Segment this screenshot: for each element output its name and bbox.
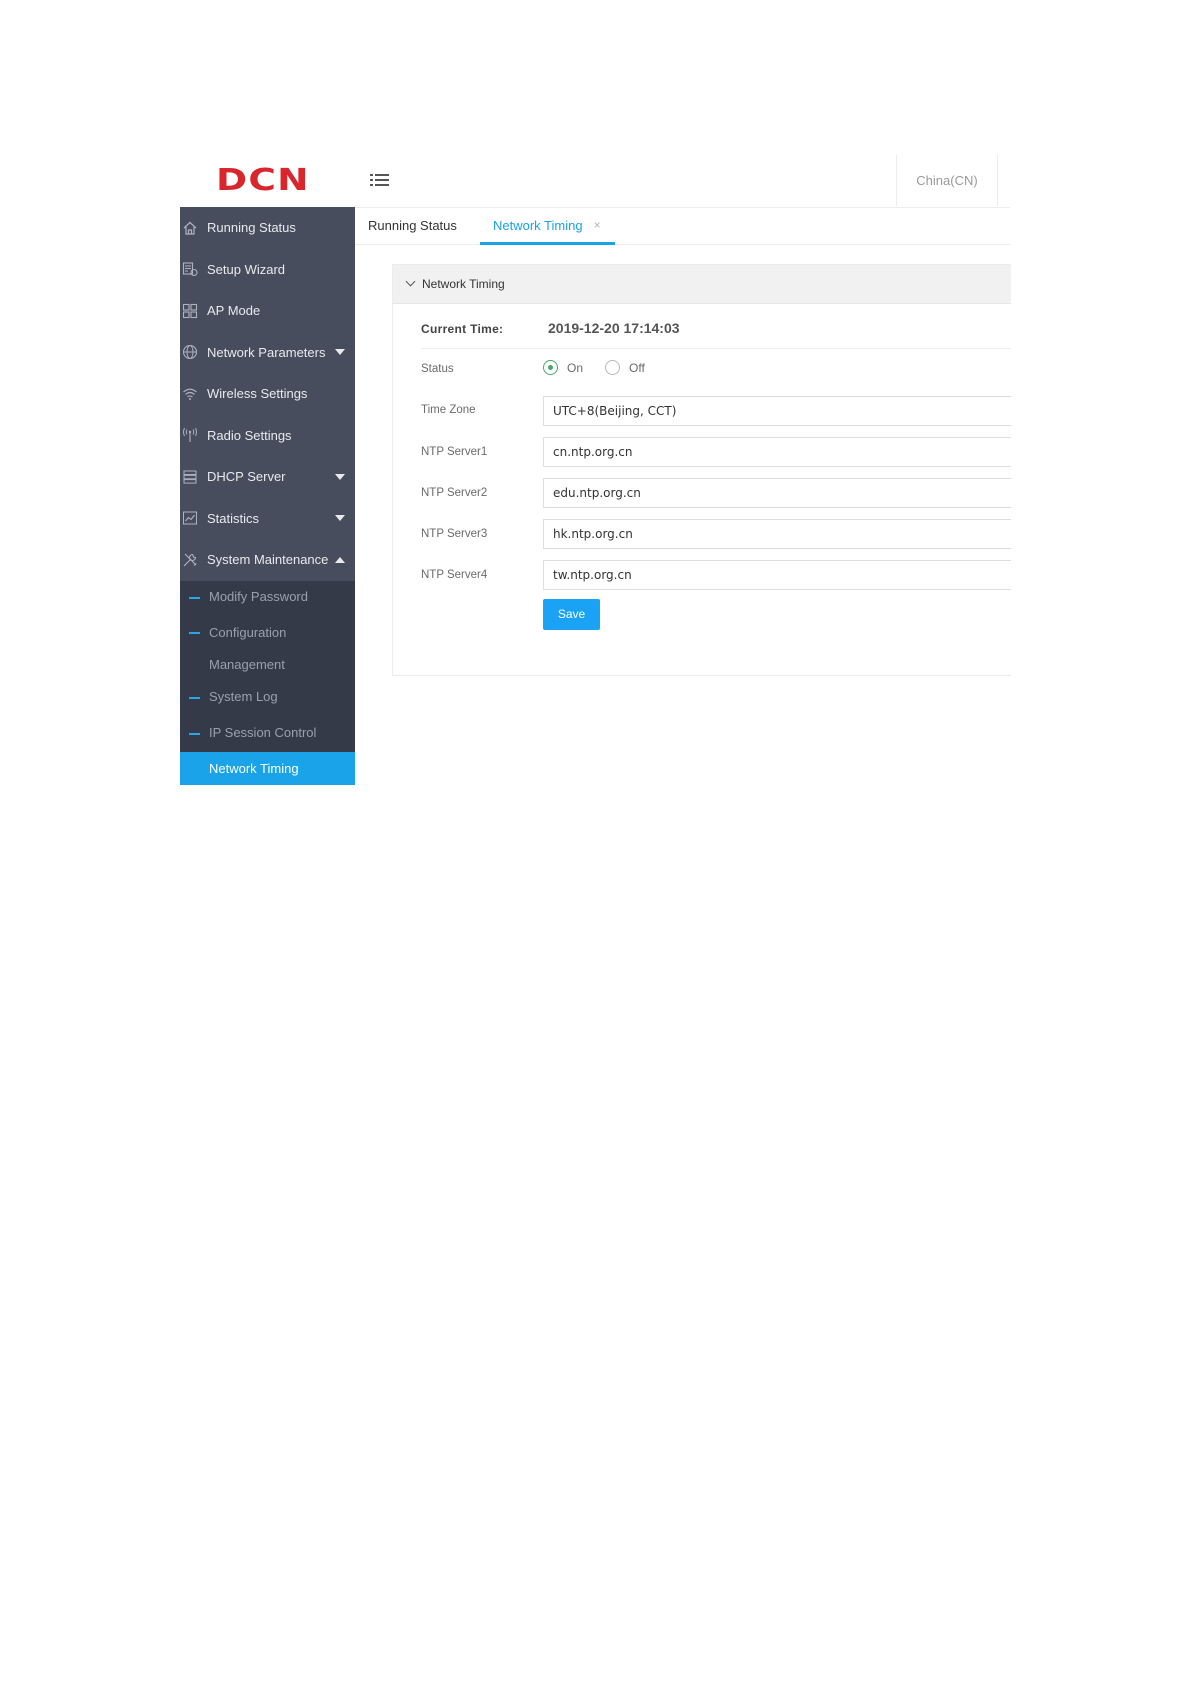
system-maintenance-submenu: Modify Password Configuration Management…: [180, 580, 355, 785]
dash-icon: [189, 732, 200, 735]
status-off-radio[interactable]: Off: [605, 360, 645, 375]
tab-bar: Running Status Network Timing ×: [355, 207, 1010, 245]
panel-header[interactable]: Network Timing: [393, 265, 1011, 304]
chevron-down-icon: [405, 276, 416, 287]
sidebar-item-label: Network Parameters: [207, 344, 326, 360]
ntp-server4-input[interactable]: tw.ntp.org.cn: [543, 560, 1011, 590]
tools-icon: [181, 551, 199, 569]
chevron-down-icon: [335, 473, 345, 480]
submenu-item-system-log[interactable]: System Log: [180, 681, 355, 716]
time-zone-label: Time Zone: [421, 404, 476, 416]
tab-network-timing[interactable]: Network Timing ×: [480, 207, 615, 245]
language-selector[interactable]: China(CN): [896, 155, 998, 206]
close-icon[interactable]: ×: [594, 207, 601, 244]
ntp-server2-label: NTP Server2: [421, 487, 488, 499]
submenu-item-modify-password[interactable]: Modify Password: [180, 581, 355, 617]
chevron-down-icon: [335, 515, 345, 522]
submenu-item-network-timing[interactable]: Network Timing: [180, 751, 355, 785]
sidebar-item-label: AP Mode: [207, 303, 261, 319]
sidebar-item-network-parameters[interactable]: Network Parameters: [180, 332, 355, 374]
grid-icon: [181, 302, 199, 320]
chart-icon: [181, 509, 199, 527]
sidebar: Running Status Setup Wizard AP Mode Netw…: [180, 207, 355, 785]
sidebar-item-system-maintenance[interactable]: System Maintenance: [180, 539, 355, 581]
current-time-value: 2019-12-20 17:14:03: [548, 320, 680, 336]
sidebar-item-label: Setup Wizard: [207, 261, 286, 277]
sidebar-item-label: Statistics: [207, 510, 260, 526]
submenu-item-ip-session-control[interactable]: IP Session Control: [180, 716, 355, 752]
submenu-item-label: Configuration: [209, 624, 287, 640]
submenu-item-configuration-management[interactable]: Configuration Management: [180, 617, 355, 681]
ntp-server2-input[interactable]: edu.ntp.org.cn: [543, 478, 1011, 508]
chevron-down-icon: [335, 349, 345, 356]
radio-label: Off: [629, 360, 645, 375]
ntp-server1-input[interactable]: cn.ntp.org.cn: [543, 437, 1011, 467]
time-zone-select[interactable]: UTC+8(Beijing, CCT): [543, 396, 1011, 426]
sidebar-item-label: DHCP Server: [207, 469, 286, 485]
ntp-server3-label: NTP Server3: [421, 528, 488, 540]
sidebar-item-running-status[interactable]: Running Status: [180, 207, 355, 249]
tab-running-status[interactable]: Running Status: [368, 207, 457, 244]
dash-icon: [189, 696, 200, 699]
globe-icon: [181, 343, 199, 361]
sidebar-item-label: Radio Settings: [207, 427, 292, 443]
sidebar-item-dhcp-server[interactable]: DHCP Server: [180, 456, 355, 498]
tab-label: Network Timing: [493, 218, 583, 233]
wizard-icon: [181, 260, 199, 278]
ntp-server3-input[interactable]: hk.ntp.org.cn: [543, 519, 1011, 549]
sidebar-item-radio-settings[interactable]: Radio Settings: [180, 415, 355, 457]
top-header: DCN China(CN): [180, 155, 1010, 208]
app-window: DCN China(CN) Running Status Setup Wizar…: [180, 155, 1011, 785]
server-icon: [181, 468, 199, 486]
status-label: Status: [421, 363, 454, 375]
dcn-logo: DCN: [216, 163, 310, 198]
submenu-item-label: Management: [209, 656, 285, 672]
sidebar-item-wireless-settings[interactable]: Wireless Settings: [180, 373, 355, 415]
sidebar-item-ap-mode[interactable]: AP Mode: [180, 290, 355, 332]
submenu-item-label: System Log: [209, 688, 278, 704]
radio-unchecked-icon: [605, 360, 620, 375]
submenu-item-label: Network Timing: [209, 760, 299, 776]
network-timing-panel: Network Timing Current Time: 2019-12-20 …: [392, 264, 1011, 676]
save-button[interactable]: Save: [543, 599, 600, 630]
submenu-item-label: Modify Password: [209, 588, 308, 604]
chevron-up-icon: [335, 556, 345, 563]
dash-icon: [189, 631, 200, 634]
menu-toggle-icon[interactable]: [370, 171, 392, 191]
home-icon: [181, 219, 199, 237]
ntp-server1-label: NTP Server1: [421, 446, 488, 458]
antenna-icon: [181, 426, 199, 444]
radio-label: On: [567, 360, 584, 375]
sidebar-item-setup-wizard[interactable]: Setup Wizard: [180, 249, 355, 291]
current-time-label: Current Time:: [421, 322, 504, 336]
ntp-server4-label: NTP Server4: [421, 569, 488, 581]
wifi-icon: [181, 385, 199, 403]
dash-icon: [189, 596, 200, 599]
sidebar-item-label: Running Status: [207, 220, 296, 236]
submenu-item-label: IP Session Control: [209, 724, 317, 740]
sidebar-item-statistics[interactable]: Statistics: [180, 498, 355, 540]
status-on-radio[interactable]: On: [543, 360, 583, 375]
divider: [421, 348, 1011, 349]
sidebar-item-label: Wireless Settings: [207, 386, 308, 402]
panel-title: Network Timing: [422, 277, 505, 291]
radio-checked-icon: [543, 360, 558, 375]
sidebar-item-label: System Maintenance: [207, 552, 329, 568]
